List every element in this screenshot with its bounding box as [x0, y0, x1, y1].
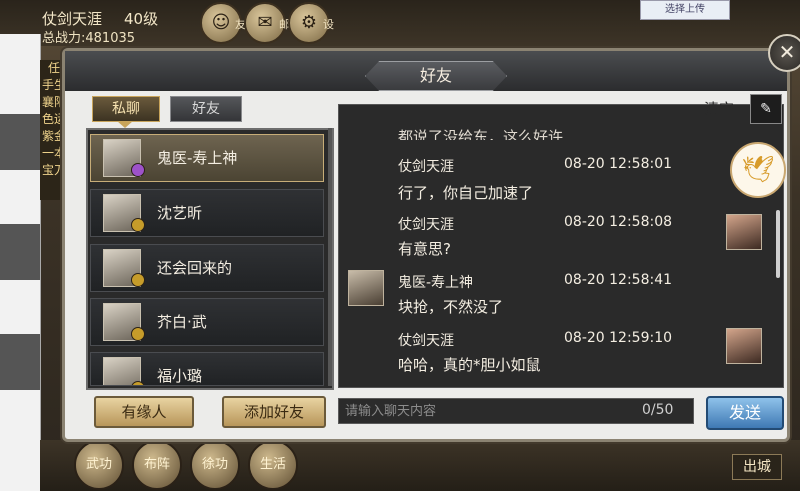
chat-message-text: 有意思? [398, 240, 451, 258]
chat-sender: 仗剑天涯 [398, 333, 454, 349]
browser-thumbnail [0, 334, 40, 390]
friend-item[interactable]: 福小璐 [90, 352, 324, 386]
martial-arts-button[interactable]: 武功 [74, 440, 124, 490]
chat-sender: 仗剑天涯 [398, 217, 454, 233]
friend-item[interactable]: 沈艺昕 [90, 189, 324, 237]
formation-button[interactable]: 布阵 [132, 440, 182, 490]
mail-icon[interactable]: ✉ 邮 [244, 2, 290, 44]
tab-friends[interactable]: 好友 [170, 96, 242, 122]
close-icon[interactable]: ✕ [768, 34, 800, 72]
settings-icon[interactable]: ⚙ 设 [288, 2, 334, 44]
friend-item[interactable]: 还会回来的 [90, 244, 324, 292]
vip-badge-icon [131, 218, 145, 232]
chat-timestamp: 08-20 12:58:41 [564, 272, 673, 288]
tab-pointer-icon [117, 121, 133, 128]
upload-widget[interactable]: 选择上传 [640, 0, 730, 20]
exit-city-button[interactable]: 出城 [732, 454, 782, 480]
chat-message-text: 哈哈，真的*胆小如鼠 [398, 356, 541, 374]
vip-badge-icon [131, 273, 145, 287]
friend-name: 鬼医-寿上神 [157, 149, 238, 167]
chat-input[interactable]: 请输入聊天内容 [338, 398, 694, 424]
chat-message-text: 行了，你自己加速了 [398, 184, 534, 202]
chat-timestamp: 08-20 12:59:10 [564, 330, 673, 346]
friend-list-scrollbar[interactable] [328, 128, 332, 386]
avatar [726, 328, 762, 364]
avatar [726, 214, 762, 250]
friend-name: 沈艺昕 [157, 204, 203, 222]
browser-overlay [0, 34, 41, 491]
chat-timestamp: 08-20 12:58:08 [564, 214, 673, 230]
char-count: 0/50 [642, 402, 674, 418]
vip-badge-icon [131, 327, 145, 341]
chat-sender: 仗剑天涯 [398, 159, 454, 175]
skill-button[interactable]: 徐功 [190, 440, 240, 490]
player-name: 仗剑天涯 [42, 10, 103, 28]
life-button[interactable]: 生活 [248, 440, 298, 490]
friend-name: 芥白·武 [157, 313, 207, 331]
dialog-title: 好友 [365, 61, 507, 91]
fate-button[interactable]: 有缘人 [94, 396, 194, 428]
vip-badge-icon [131, 163, 145, 177]
player-power: 总战力:481035 [42, 31, 136, 46]
friends-icon[interactable]: ☺ 友 [200, 2, 246, 44]
vip-badge-icon [131, 381, 145, 385]
clear-label[interactable]: 清空 [704, 98, 734, 119]
browser-thumbnail [0, 114, 40, 170]
friend-item[interactable]: 芥白·武 [90, 298, 324, 346]
tab-private-chat[interactable]: 私聊 [92, 96, 160, 122]
chat-message-text: 块抢，不然没了 [398, 298, 504, 316]
chat-message-text: 都说了没给东，这么好许 [398, 128, 564, 140]
friend-item[interactable]: 鬼医-寿上神 [90, 134, 324, 182]
player-level: 40级 [124, 10, 159, 28]
add-friend-button[interactable]: 添加好友 [222, 396, 326, 428]
avatar [348, 270, 384, 306]
send-button[interactable]: 发送 [706, 396, 784, 430]
eraser-icon[interactable]: ✎ [750, 94, 782, 124]
chat-timestamp: 08-20 12:58:01 [564, 156, 673, 172]
bird-icon[interactable]: 🕊 [730, 142, 786, 198]
chat-scrollbar[interactable] [776, 210, 780, 278]
browser-thumbnail [0, 224, 40, 280]
friend-name: 福小璐 [157, 367, 203, 385]
settings-icon-label: 设 [323, 18, 334, 31]
chat-sender: 鬼医-寿上神 [398, 275, 474, 291]
friend-name: 还会回来的 [157, 259, 233, 277]
